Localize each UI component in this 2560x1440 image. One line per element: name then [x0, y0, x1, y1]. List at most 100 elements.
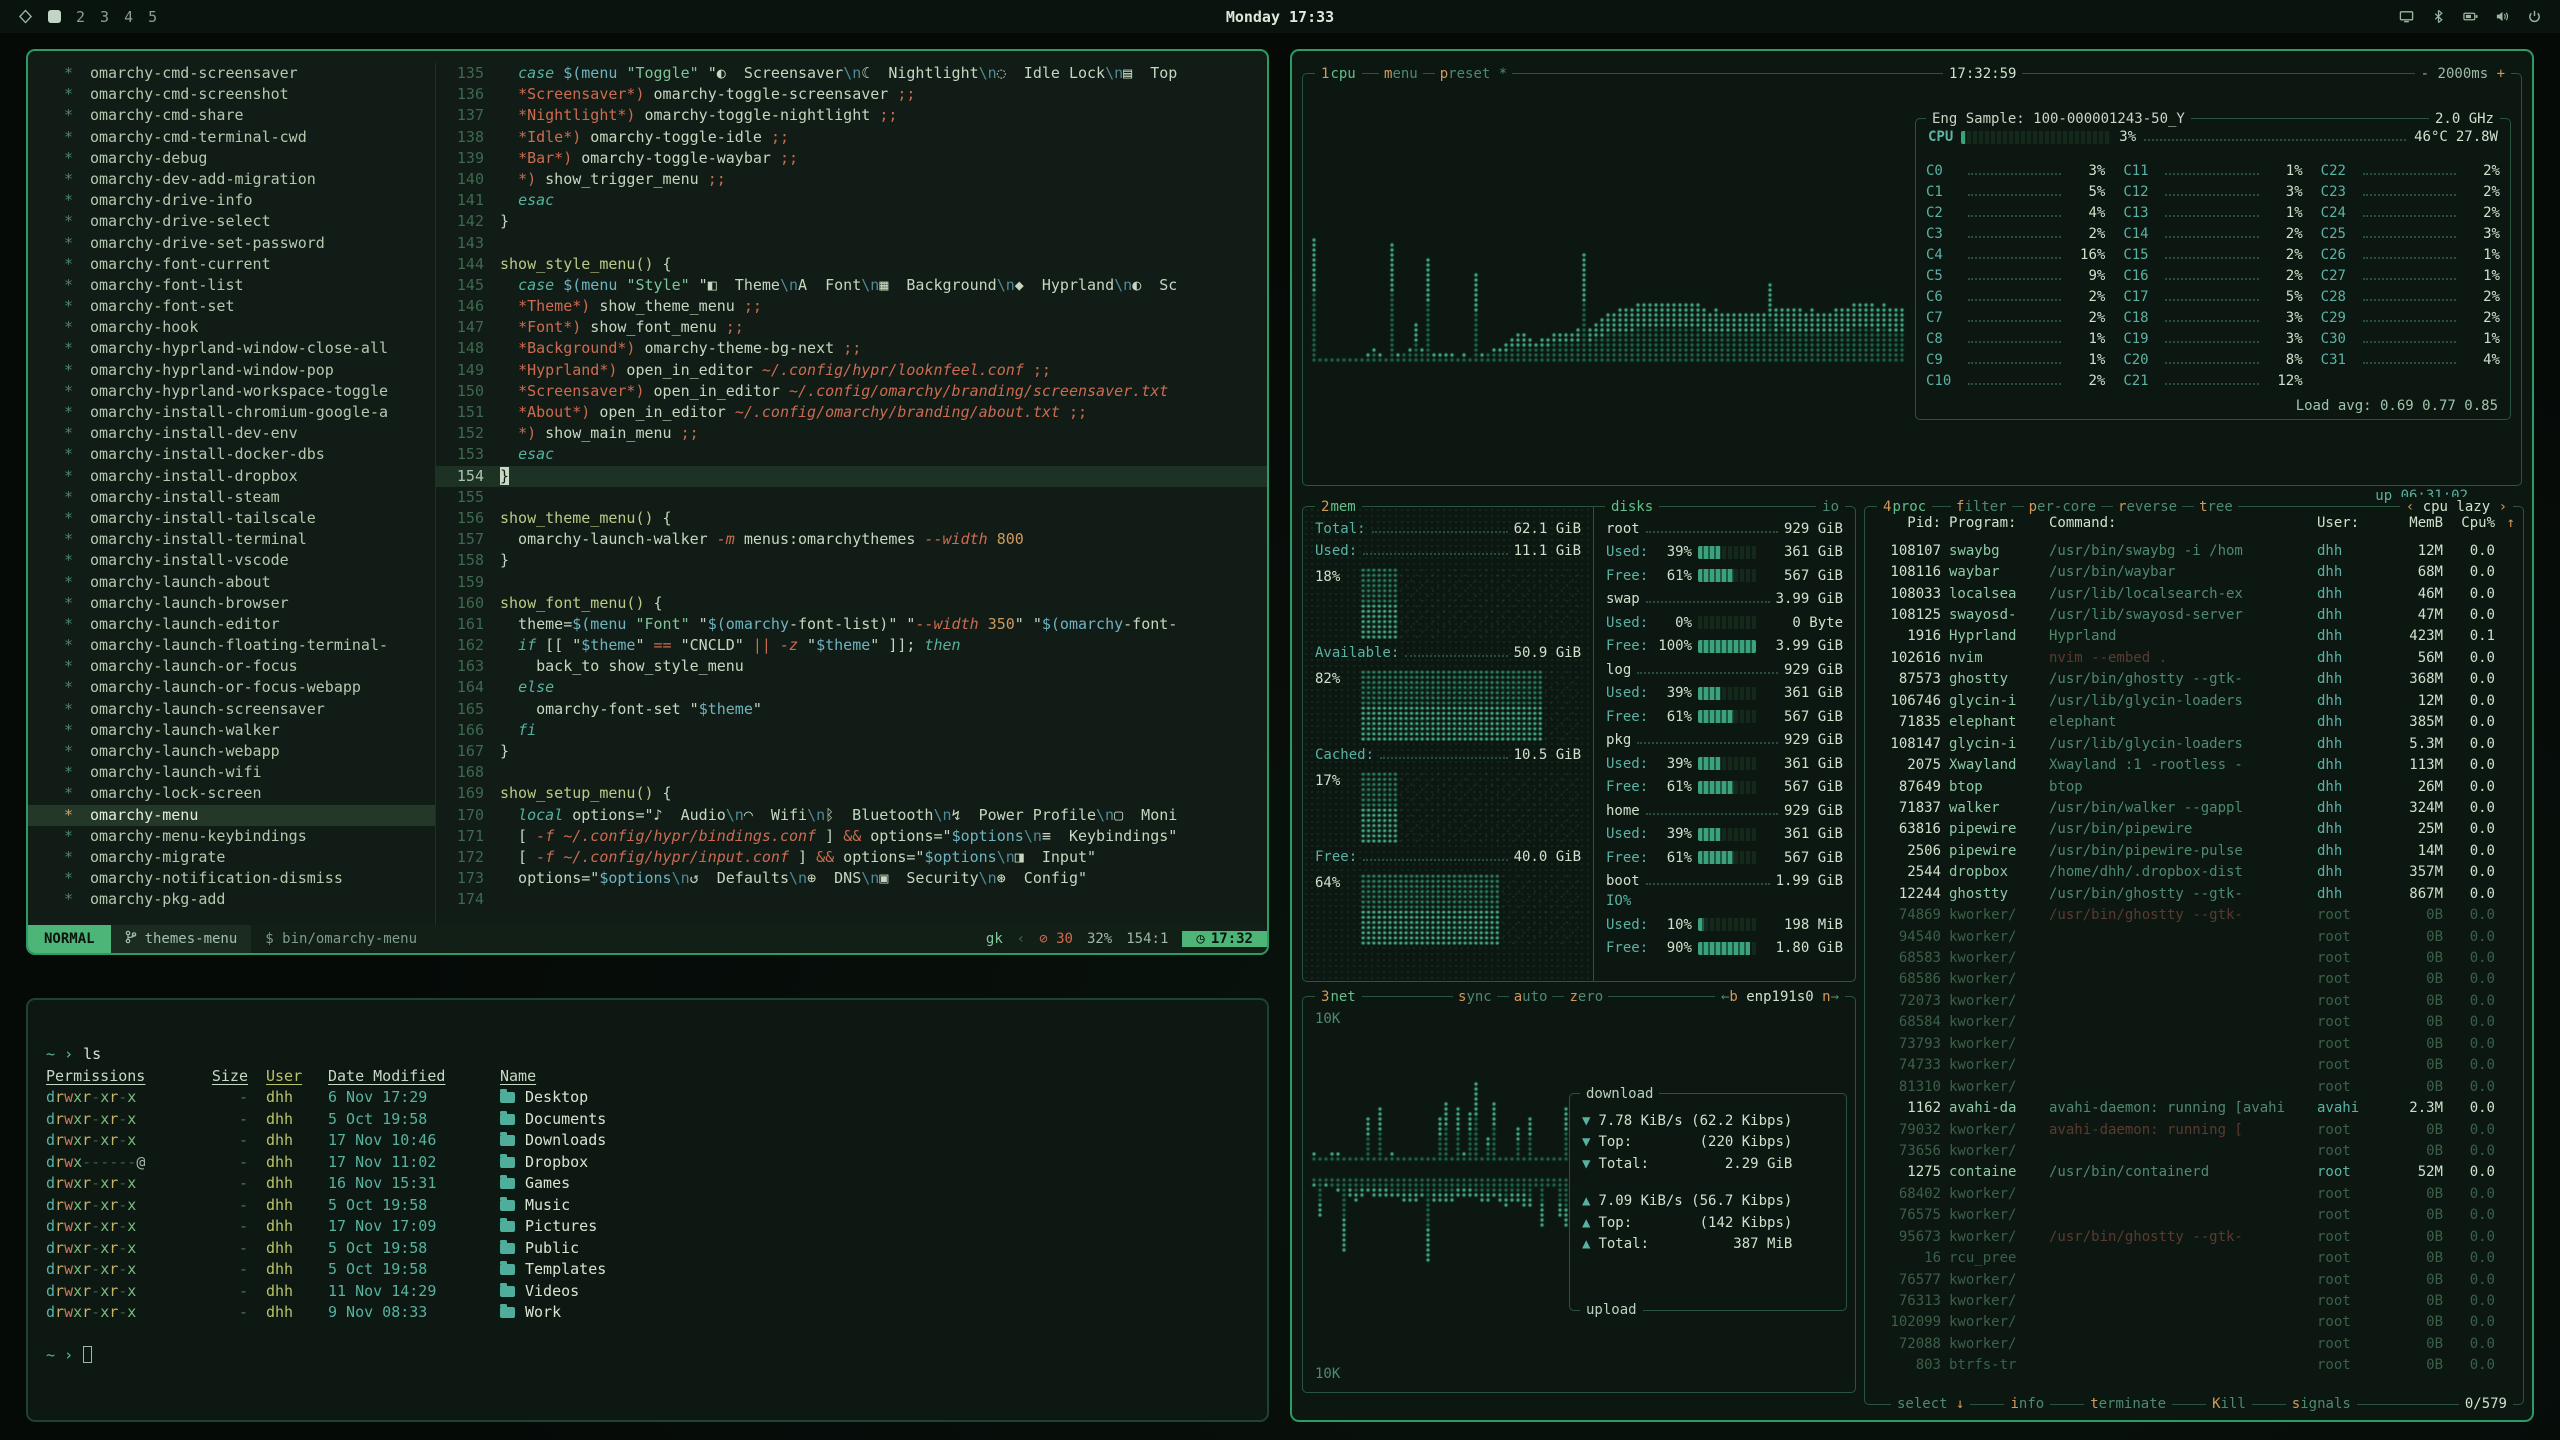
process-row[interactable]: 108147glycin-i/usr/lib/glycin-loadersdhh… — [1877, 733, 2495, 754]
code-line[interactable]: 154} — [436, 466, 1267, 487]
file-list-item[interactable]: *omarchy-launch-screensaver — [28, 699, 435, 720]
file-list-item[interactable]: *omarchy-install-docker-dbs — [28, 444, 435, 465]
code-line[interactable]: 157 omarchy-launch-walker -m menus:omarc… — [436, 529, 1267, 550]
proc-panel-title[interactable]: 4proc — [1877, 497, 1932, 517]
code-line[interactable]: 135 case $(menu "Toggle" "◐ Screensaver\… — [436, 63, 1267, 84]
btop-button-zero[interactable]: zero — [1564, 987, 1608, 1007]
process-row[interactable]: 71835elephantelephantdhh385M0.0 — [1877, 712, 2495, 733]
process-row[interactable]: 108033localsea/usr/lib/localsearch-exdhh… — [1877, 583, 2495, 604]
code-line[interactable]: 139 *Bar*) omarchy-toggle-waybar ;; — [436, 148, 1267, 169]
process-row[interactable]: 2506pipewire/usr/bin/pipewire-pulsedhh14… — [1877, 840, 2495, 861]
scroll-up-indicator[interactable]: ↑ — [2507, 515, 2515, 531]
code-area[interactable]: 135 case $(menu "Toggle" "◐ Screensaver\… — [436, 63, 1267, 925]
code-line[interactable]: 153 esac — [436, 444, 1267, 465]
proc-sort-selector[interactable]: ‹ cpu lazy › — [2400, 497, 2513, 517]
code-line[interactable]: 152 *) show_main_menu ;; — [436, 423, 1267, 444]
file-list-item[interactable]: *omarchy-launch-wifi — [28, 762, 435, 783]
process-row[interactable]: 81310kworker/root0B0.0 — [1877, 1076, 2495, 1097]
file-list-item[interactable]: *omarchy-cmd-terminal-cwd — [28, 127, 435, 148]
file-list-item[interactable]: *omarchy-debug — [28, 148, 435, 169]
process-row[interactable]: 74733kworker/root0B0.0 — [1877, 1055, 2495, 1076]
process-row[interactable]: 106746glycin-i/usr/lib/glycin-loadersdhh… — [1877, 690, 2495, 711]
btop-button-auto[interactable]: auto — [1509, 987, 1553, 1007]
code-line[interactable]: 142} — [436, 211, 1267, 232]
file-list-item[interactable]: *omarchy-launch-webapp — [28, 741, 435, 762]
update-interval[interactable]: - 2000ms + — [2415, 64, 2511, 84]
code-line[interactable]: 138 *Idle*) omarchy-toggle-idle ;; — [436, 127, 1267, 148]
file-list-item[interactable]: *omarchy-launch-about — [28, 572, 435, 593]
file-list-item[interactable]: *omarchy-install-tailscale — [28, 508, 435, 529]
file-list-item[interactable]: *omarchy-hook — [28, 317, 435, 338]
process-row[interactable]: 63816pipewire/usr/bin/pipewiredhh25M0.0 — [1877, 819, 2495, 840]
file-list-item[interactable]: *omarchy-cmd-share — [28, 105, 435, 126]
process-row[interactable]: 102616nvimnvim --embed .dhh56M0.0 — [1877, 647, 2495, 668]
file-list-item[interactable]: *omarchy-drive-info — [28, 190, 435, 211]
process-row[interactable]: 1916HyprlandHyprlanddhh423M0.1 — [1877, 626, 2495, 647]
code-line[interactable]: 170 local options="♪ Audio\n◠ Wifi\nᛒ Bl… — [436, 805, 1267, 826]
cpu-panel-title[interactable]: 1cpu — [1315, 64, 1362, 84]
process-row[interactable]: 95673kworker//usr/bin/ghostty --gtk-root… — [1877, 1226, 2495, 1247]
file-list-item[interactable]: *omarchy-install-chromium-google-a — [28, 402, 435, 423]
btop-button-tree[interactable]: tree — [2194, 497, 2238, 517]
process-row[interactable]: 87649btopbtopdhh26M0.0 — [1877, 776, 2495, 797]
code-line[interactable]: 163 back_to show_style_menu — [436, 656, 1267, 677]
workspace-3[interactable]: 3 — [100, 8, 109, 26]
process-row[interactable]: 1275containe/usr/bin/containerdroot52M0.… — [1877, 1162, 2495, 1183]
file-list-item[interactable]: *omarchy-font-current — [28, 254, 435, 275]
process-row[interactable]: 68583kworker/root0B0.0 — [1877, 947, 2495, 968]
code-line[interactable]: 146 *Theme*) show_theme_menu ;; — [436, 296, 1267, 317]
code-line[interactable]: 169show_setup_menu() { — [436, 783, 1267, 804]
btop-button-per-core[interactable]: per-core — [2024, 497, 2101, 517]
workspace-4[interactable]: 4 — [124, 8, 133, 26]
process-row[interactable]: 79032kworker/avahi-daemon: running [root… — [1877, 1119, 2495, 1140]
btop-button-preset[interactable]: preset * — [1435, 64, 1512, 84]
power-icon[interactable] — [2527, 9, 2542, 24]
file-list-item[interactable]: *omarchy-cmd-screenshot — [28, 84, 435, 105]
bluetooth-icon[interactable] — [2431, 9, 2446, 24]
file-list-item[interactable]: *omarchy-pkg-add — [28, 889, 435, 910]
proc-footer-select[interactable]: select ↓ — [1891, 1394, 1970, 1414]
process-row[interactable]: 87573ghostty/usr/bin/ghostty --gtk-dhh36… — [1877, 669, 2495, 690]
code-line[interactable]: 161 theme=$(menu "Font" "$(omarchy-font-… — [436, 614, 1267, 635]
process-row[interactable]: 71837walker/usr/bin/walker --gappldhh324… — [1877, 797, 2495, 818]
code-line[interactable]: 171 [ -f ~/.config/hypr/bindings.conf ] … — [436, 826, 1267, 847]
process-table-header[interactable]: Pid:Program:Command:User:MemBCpu% — [1877, 515, 2495, 531]
code-line[interactable]: 151 *About*) open_in_editor ~/.config/om… — [436, 402, 1267, 423]
process-row[interactable]: 76577kworker/root0B0.0 — [1877, 1269, 2495, 1290]
file-list-item[interactable]: *omarchy-dev-add-migration — [28, 169, 435, 190]
code-line[interactable]: 148 *Background*) omarchy-theme-bg-next … — [436, 338, 1267, 359]
code-line[interactable]: 156show_theme_menu() { — [436, 508, 1267, 529]
file-list-item[interactable]: *omarchy-lock-screen — [28, 783, 435, 804]
process-row[interactable]: 108107swaybg/usr/bin/swaybg -i /homdhh12… — [1877, 540, 2495, 561]
proc-footer-ill[interactable]: Kill — [2206, 1394, 2252, 1414]
file-list-item[interactable]: *omarchy-drive-set-password — [28, 233, 435, 254]
launcher-icon[interactable] — [18, 9, 33, 24]
btop-button-sync[interactable]: sync — [1453, 987, 1497, 1007]
net-panel-title[interactable]: 3net — [1315, 987, 1362, 1007]
code-line[interactable]: 164 else — [436, 677, 1267, 698]
process-row[interactable]: 12244ghostty/usr/bin/ghostty --gtk-dhh86… — [1877, 883, 2495, 904]
file-list-item[interactable]: *omarchy-font-set — [28, 296, 435, 317]
code-line[interactable]: 144show_style_menu() { — [436, 254, 1267, 275]
file-list-item[interactable]: *omarchy-menu-keybindings — [28, 826, 435, 847]
process-row[interactable]: 1162avahi-daavahi-daemon: running [avahi… — [1877, 1097, 2495, 1118]
workspace-active-indicator[interactable] — [48, 10, 61, 23]
file-list-item[interactable]: *omarchy-launch-floating-terminal- — [28, 635, 435, 656]
code-line[interactable]: 143 — [436, 233, 1267, 254]
code-line[interactable]: 165 omarchy-font-set "$theme" — [436, 699, 1267, 720]
file-list-item[interactable]: *omarchy-hyprland-workspace-toggle — [28, 381, 435, 402]
proc-footer-nfo[interactable]: info — [2004, 1394, 2050, 1414]
battery-icon[interactable] — [2463, 9, 2478, 24]
process-row[interactable]: 68584kworker/root0B0.0 — [1877, 1012, 2495, 1033]
process-row[interactable]: 803btrfs-trroot0B0.0 — [1877, 1355, 2495, 1376]
file-list-item[interactable]: *omarchy-launch-walker — [28, 720, 435, 741]
btop-button-menu[interactable]: menu — [1379, 64, 1423, 84]
process-row[interactable]: 94540kworker/root0B0.0 — [1877, 926, 2495, 947]
code-line[interactable]: 159 — [436, 572, 1267, 593]
file-list-item[interactable]: *omarchy-menu — [28, 805, 435, 826]
code-line[interactable]: 160show_font_menu() { — [436, 593, 1267, 614]
process-row[interactable]: 72088kworker/root0B0.0 — [1877, 1333, 2495, 1354]
process-row[interactable]: 68402kworker/root0B0.0 — [1877, 1183, 2495, 1204]
process-row[interactable]: 108125swayosd-/usr/lib/swayosd-serverdhh… — [1877, 604, 2495, 625]
code-line[interactable]: 145 case $(menu "Style" "◧ Theme\nA Font… — [436, 275, 1267, 296]
